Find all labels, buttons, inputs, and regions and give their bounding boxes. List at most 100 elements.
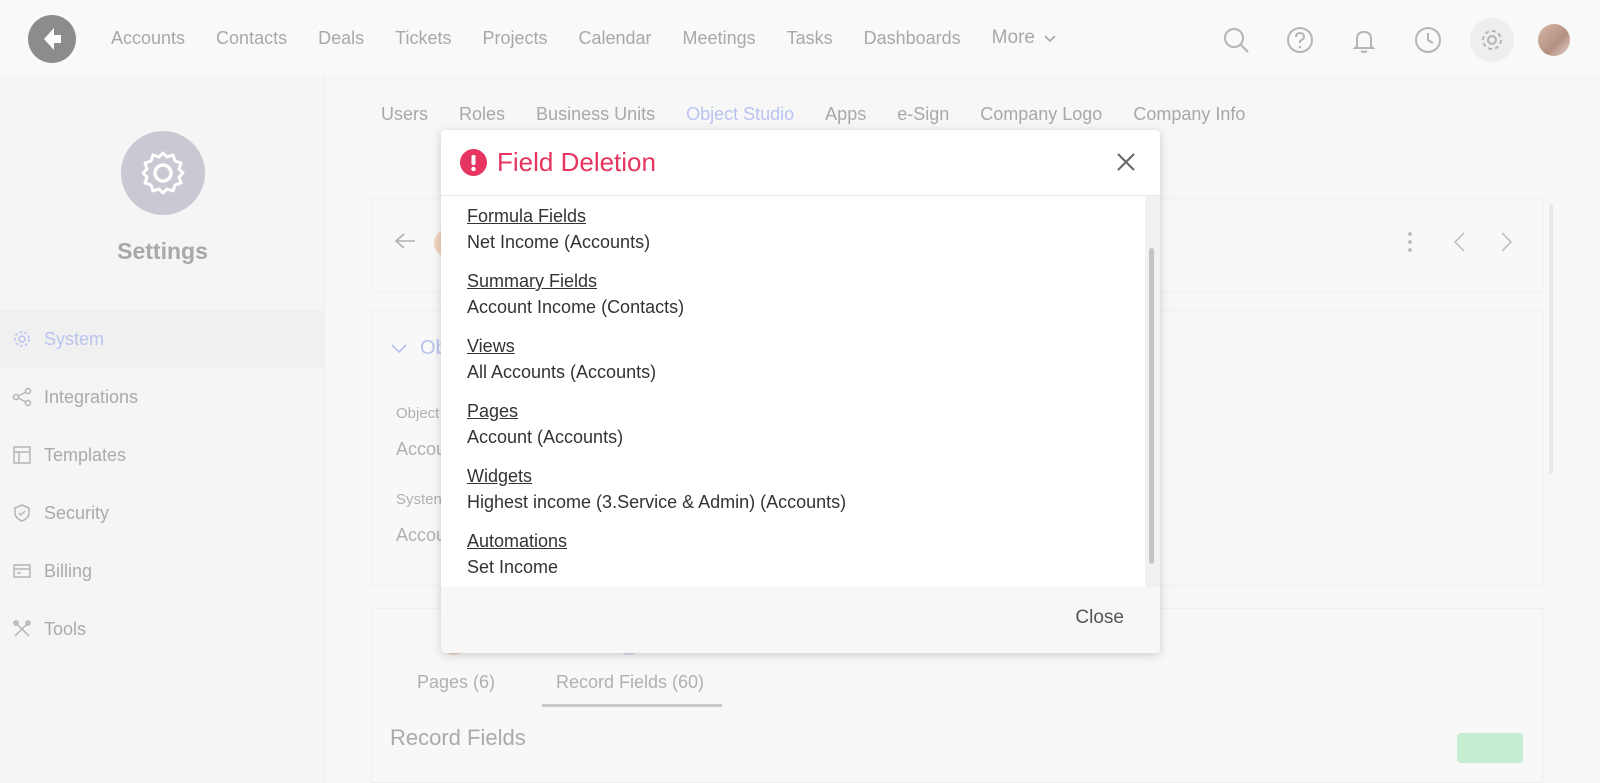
tab-pages[interactable]: Pages (6) (417, 672, 495, 693)
sidebar-item-label: Security (44, 502, 110, 523)
object-value: Accou (396, 439, 447, 459)
back-arrow-icon[interactable] (394, 232, 416, 250)
settings-tabs: Users Roles Business Units Object Studio… (381, 104, 1245, 125)
sidebar-item-integrations[interactable]: Integrations (0, 368, 325, 426)
tab-company-info[interactable]: Company Info (1133, 104, 1245, 125)
sidebar-item-security[interactable]: Security (0, 484, 325, 542)
chevron-left-icon[interactable] (1452, 231, 1466, 253)
dependency-value: Account Income (Contacts) (467, 297, 685, 317)
sidebar-item-label: Billing (44, 560, 93, 581)
dependency-value: Account (Accounts) (467, 427, 624, 447)
sidebar-item-tools[interactable]: Tools (0, 600, 325, 658)
system-value: Accou (396, 525, 447, 545)
sidebar-item-templates[interactable]: Templates (0, 426, 325, 484)
page-scrollbar[interactable] (1549, 204, 1553, 474)
sidebar-item-label: System (44, 328, 105, 349)
settings-badge (121, 131, 205, 215)
tab-object-studio[interactable]: Object Studio (686, 104, 794, 125)
nav-tasks[interactable]: Tasks (787, 28, 833, 49)
top-nav-bar: Accounts Contacts Deals Tickets Projects… (0, 0, 1600, 76)
nav-contacts[interactable]: Contacts (216, 28, 287, 49)
help-button[interactable] (1278, 18, 1322, 62)
field-deletion-dialog: Field Deletion Formula Fields Net Income… (441, 130, 1160, 653)
tools-icon (13, 620, 31, 637)
dialog-scrollbar[interactable] (1145, 196, 1160, 587)
tab-roles[interactable]: Roles (459, 104, 505, 125)
tab-company-logo[interactable]: Company Logo (980, 104, 1102, 125)
dependency-group-automations: Automations Set Income (467, 529, 567, 579)
nav-calendar[interactable]: Calendar (579, 28, 652, 49)
top-right-icons (1214, 18, 1570, 62)
dependency-group-formula-fields: Formula Fields Net Income (Accounts) (467, 204, 650, 254)
nav-dashboards[interactable]: Dashboards (864, 28, 961, 49)
sidebar-item-label: Integrations (44, 386, 139, 407)
gear-icon (14, 331, 30, 347)
close-icon[interactable] (1114, 150, 1138, 174)
exclamation-icon (471, 155, 476, 172)
dependency-heading[interactable]: Pages (467, 399, 623, 423)
nav-projects[interactable]: Projects (482, 28, 547, 49)
share-icon (12, 387, 32, 407)
history-button[interactable] (1406, 18, 1450, 62)
credit-card-icon (13, 564, 31, 578)
dependency-group-pages: Pages Account (Accounts) (467, 399, 623, 449)
nav-deals[interactable]: Deals (318, 28, 364, 49)
nav-accounts[interactable]: Accounts (111, 28, 185, 49)
dependency-heading[interactable]: Views (467, 334, 656, 358)
settings-button[interactable] (1470, 18, 1514, 62)
dependency-heading[interactable]: Widgets (467, 464, 846, 488)
search-icon (1224, 28, 1249, 53)
sidebar-title: Settings (117, 238, 208, 264)
dependency-group-summary-fields: Summary Fields Account Income (Contacts) (467, 269, 684, 319)
dependency-value: All Accounts (Accounts) (467, 362, 657, 382)
chevron-down-icon (1044, 35, 1056, 43)
settings-sidebar: Settings System Integrations Templates S… (0, 76, 325, 783)
tab-record-fields[interactable]: Record Fields (60) (556, 672, 704, 693)
tab-apps[interactable]: Apps (825, 104, 866, 125)
dependency-group-widgets: Widgets Highest income (3.Service & Admi… (467, 464, 846, 514)
alert-icon (460, 149, 487, 176)
nav-more-menu[interactable]: More (992, 27, 1057, 49)
dependency-value: Net Income (Accounts) (467, 232, 651, 252)
dialog-header: Field Deletion (441, 130, 1160, 196)
add-field-button[interactable] (1457, 733, 1523, 763)
sidebar-item-billing[interactable]: Billing (0, 542, 325, 600)
record-fields-heading: Record Fields (390, 725, 526, 750)
sidebar-item-system[interactable]: System (0, 310, 325, 368)
gear-icon (141, 151, 185, 195)
dialog-footer: Close (441, 587, 1160, 653)
dialog-body: Formula Fields Net Income (Accounts) Sum… (441, 196, 1145, 587)
system-label: Systen (396, 491, 442, 508)
more-vertical-icon[interactable] (1407, 231, 1413, 253)
active-tab-underline (542, 704, 722, 707)
search-button[interactable] (1214, 18, 1258, 62)
tab-users[interactable]: Users (381, 104, 428, 125)
user-avatar[interactable] (1538, 24, 1570, 56)
tab-e-sign[interactable]: e-Sign (897, 104, 949, 125)
dependency-heading[interactable]: Formula Fields (467, 204, 650, 228)
tab-business-units[interactable]: Business Units (536, 104, 655, 125)
main-nav: Accounts Contacts Deals Tickets Projects… (111, 0, 1057, 76)
bell-icon (1352, 30, 1376, 53)
close-button[interactable]: Close (1075, 607, 1124, 629)
dependency-value: Highest income (3.Service & Admin) (Acco… (467, 492, 847, 512)
shield-icon (14, 504, 30, 522)
notifications-button[interactable] (1342, 18, 1386, 62)
nav-tickets[interactable]: Tickets (395, 28, 451, 49)
dependency-heading[interactable]: Summary Fields (467, 269, 684, 293)
clock-icon (1415, 27, 1441, 53)
dependency-group-views: Views All Accounts (Accounts) (467, 334, 656, 384)
back-arrow-logo-icon (44, 28, 61, 50)
dependency-value: Set Income (467, 557, 559, 577)
chevron-right-icon[interactable] (1500, 231, 1514, 253)
dialog-title: Field Deletion (497, 147, 656, 177)
dialog-scrollbar-thumb[interactable] (1149, 248, 1154, 564)
layout-icon (13, 446, 31, 464)
app-logo[interactable] (28, 15, 76, 63)
sidebar-item-label: Templates (44, 444, 127, 465)
chevron-down-icon[interactable] (390, 343, 408, 355)
nav-meetings[interactable]: Meetings (683, 28, 756, 49)
help-icon (1287, 27, 1313, 53)
object-label: Object (396, 405, 440, 422)
dependency-heading[interactable]: Automations (467, 529, 567, 553)
